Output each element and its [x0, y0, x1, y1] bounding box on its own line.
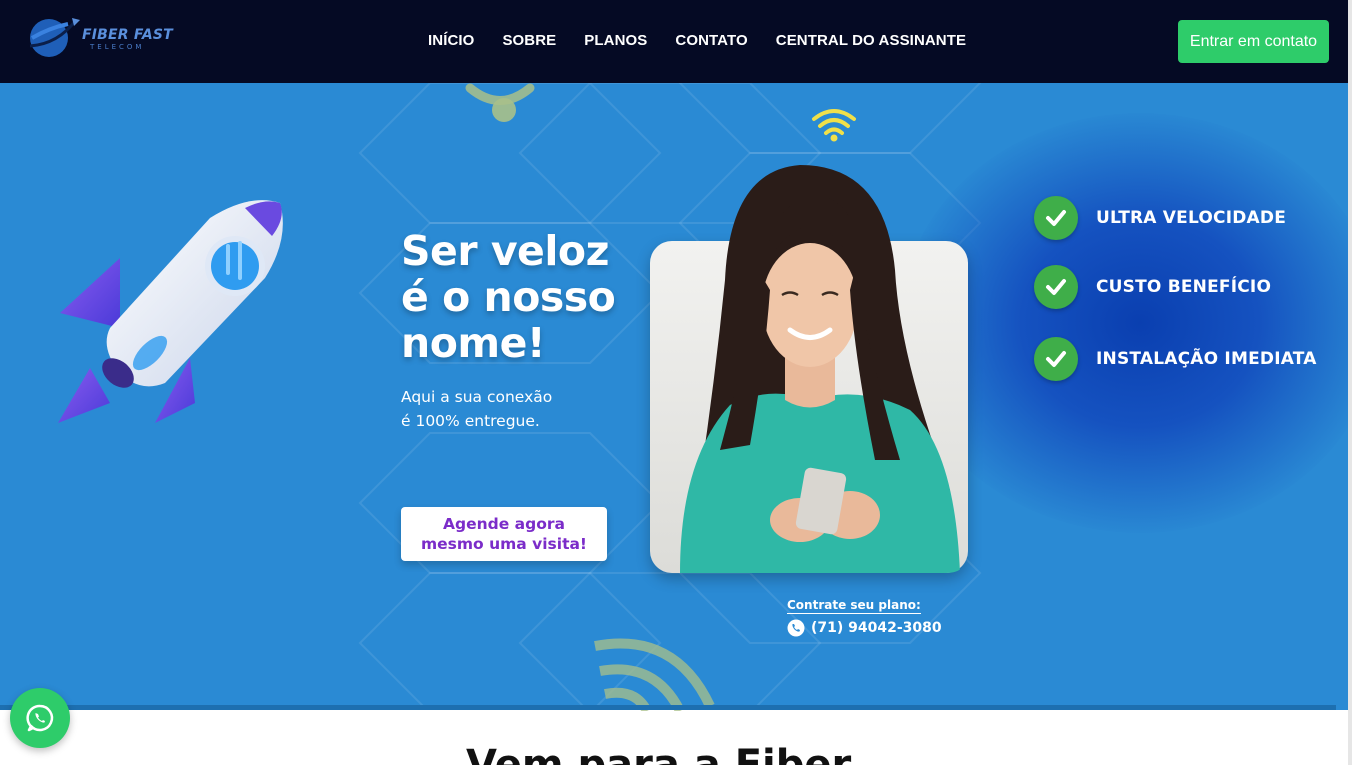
next-section-title: Vem para a Fiber [466, 742, 852, 765]
page: Ser veloz é o nosso nome! Aqui a sua con… [0, 0, 1352, 765]
nav-item-central-do-assinante[interactable]: CENTRAL DO ASSINANTE [762, 32, 980, 49]
feature-label: ULTRA VELOCIDADE [1096, 208, 1287, 228]
logo-text: FIBER FAST [82, 27, 173, 43]
feature-item: ULTRA VELOCIDADE [1034, 196, 1334, 240]
subtitle-line: é 100% entregue. [401, 412, 540, 430]
nav-item-planos[interactable]: PLANOS [570, 32, 661, 49]
feature-item: INSTALAÇÃO IMEDIATA [1034, 337, 1334, 381]
logo-subtext: TELECOM [90, 43, 145, 51]
nav-item-contato[interactable]: CONTATO [661, 32, 761, 49]
headline-line: nome! [401, 319, 546, 367]
contact-cta-button[interactable]: Entrar em contato [1178, 20, 1329, 63]
headline-line: é o nosso [401, 273, 616, 321]
whatsapp-button[interactable] [10, 688, 70, 748]
feature-item: CUSTO BENEFÍCIO [1034, 265, 1334, 309]
phone-number: (71) 94042-3080 [811, 620, 942, 636]
nav-item-sobre[interactable]: SOBRE [488, 32, 570, 49]
wifi-deco-icon [465, 83, 535, 122]
rocket-illustration [58, 200, 283, 423]
wifi-bottom-icon [594, 638, 715, 711]
check-icon [1034, 196, 1078, 240]
woman-with-phone-image [680, 165, 960, 573]
phone-link[interactable]: (71) 94042-3080 [787, 619, 942, 637]
nav-item-inicio[interactable]: INÍCIO [414, 32, 488, 49]
feature-label: CUSTO BENEFÍCIO [1096, 277, 1272, 297]
hero-divider [0, 705, 1336, 710]
visit-button-line: mesmo uma visita! [420, 535, 588, 553]
visit-button-line: Agende agora [443, 515, 565, 533]
hero-subtitle: Aqui a sua conexão é 100% entregue. [401, 385, 552, 433]
headline-line: Ser veloz [401, 227, 609, 275]
feature-label: INSTALAÇÃO IMEDIATA [1096, 349, 1317, 369]
contract-plan-label: Contrate seu plano: [787, 598, 921, 614]
phone-icon [787, 619, 805, 637]
check-icon [1034, 265, 1078, 309]
whatsapp-icon [26, 704, 54, 732]
schedule-visit-button[interactable]: Agende agora mesmo uma visita! [401, 507, 607, 561]
wifi-icon [812, 109, 856, 142]
site-header: FIBER FAST TELECOM INÍCIO SOBRE PLANOS C… [0, 0, 1352, 83]
check-icon [1034, 337, 1078, 381]
main-nav: INÍCIO SOBRE PLANOS CONTATO CENTRAL DO A… [414, 32, 980, 49]
scrollbar[interactable] [1348, 0, 1352, 765]
hero-headline: Ser veloz é o nosso nome! [401, 227, 616, 367]
subtitle-line: Aqui a sua conexão [401, 388, 553, 406]
